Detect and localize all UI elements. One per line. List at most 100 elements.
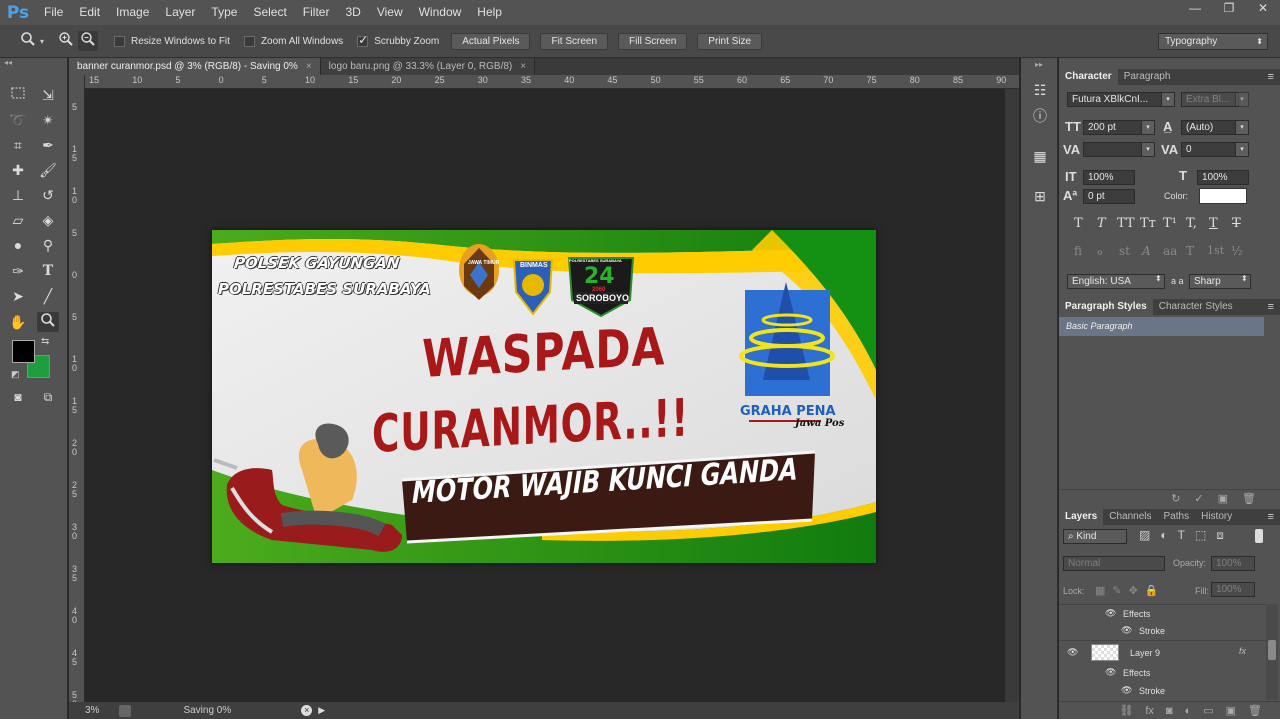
collapse-strip-icon[interactable]: ▸▸ xyxy=(1035,60,1043,69)
menu-image[interactable]: Image xyxy=(108,0,157,25)
ordinals-button[interactable]: T xyxy=(1186,244,1194,258)
hand-tool-icon[interactable]: ✋ xyxy=(7,312,29,332)
pen-tool-icon[interactable]: ✑ xyxy=(7,261,29,281)
brush-tool-icon[interactable]: 🖌 xyxy=(37,160,59,180)
opacity-input[interactable]: 100% xyxy=(1211,556,1255,571)
styles-panel-icon[interactable]: ⊞ xyxy=(1030,186,1050,206)
layers-scroll-thumb[interactable] xyxy=(1268,640,1276,660)
layer-filter-kind-select[interactable]: ⌕ Kind xyxy=(1063,529,1127,544)
kerning-input[interactable] xyxy=(1083,142,1143,157)
history-brush-tool-icon[interactable]: ↺ xyxy=(37,185,59,205)
layer-effect-stroke-row[interactable]: 👁 Stroke xyxy=(1059,622,1266,640)
baseline-shift-input[interactable]: 0 pt xyxy=(1083,189,1135,204)
new-layer-icon[interactable]: ▣ xyxy=(1226,704,1236,717)
superscript-button[interactable]: T¹ xyxy=(1163,216,1177,231)
tab-history[interactable]: History xyxy=(1195,509,1238,525)
scrubby-zoom-checkbox[interactable]: Scrubby Zoom xyxy=(357,33,439,47)
link-layers-icon[interactable]: ⛓ xyxy=(1119,704,1133,717)
collapse-toolbar-icon[interactable]: ◂◂ xyxy=(4,58,12,67)
visibility-eye-icon[interactable]: 👁 xyxy=(1105,608,1116,619)
underline-button[interactable]: T xyxy=(1209,216,1218,231)
layer-visibility-eye-icon[interactable]: 👁 xyxy=(1067,647,1078,658)
vertical-scale-input[interactable]: 100% xyxy=(1083,170,1135,185)
type-tool-icon[interactable]: T xyxy=(37,261,59,281)
tab-paths[interactable]: Paths xyxy=(1158,509,1196,525)
close-tab-icon[interactable]: × xyxy=(306,61,312,72)
horizontal-scale-input[interactable]: 100% xyxy=(1197,170,1249,185)
fill-screen-button[interactable]: Fill Screen xyxy=(618,32,688,50)
tab-logo-baru[interactable]: logo baru.png @ 33.3% (Layer 0, RGB/8) × xyxy=(320,58,536,75)
lock-position-icon[interactable]: ✥ xyxy=(1129,584,1138,597)
cancel-save-icon[interactable]: × xyxy=(301,705,313,716)
menu-view[interactable]: View xyxy=(369,0,411,25)
leading-arrow-icon[interactable]: ▾ xyxy=(1235,120,1249,135)
eraser-tool-icon[interactable]: ▱ xyxy=(7,210,29,230)
visibility-eye-icon[interactable]: 👁 xyxy=(1105,667,1116,678)
ordinal-suffix-button[interactable]: 1st xyxy=(1207,244,1224,257)
dodge-tool-icon[interactable]: ⚲ xyxy=(37,235,59,255)
new-adjustment-icon[interactable]: ◐ xyxy=(1185,705,1192,717)
clear-override-icon[interactable]: ↻ xyxy=(1171,492,1180,505)
healing-brush-tool-icon[interactable]: ✚ xyxy=(7,160,29,180)
restore-button[interactable]: ❐ xyxy=(1212,0,1246,18)
tab-channels[interactable]: Channels xyxy=(1103,509,1157,525)
info-panel-icon[interactable]: ⓘ xyxy=(1030,106,1050,126)
all-caps-button[interactable]: TT xyxy=(1117,216,1135,231)
styles-panel-menu-icon[interactable]: ≡ xyxy=(1268,299,1274,315)
style-item-basic-paragraph[interactable]: Basic Paragraph xyxy=(1059,317,1264,336)
fill-input[interactable]: 100% xyxy=(1211,582,1255,597)
filter-shape-icon[interactable]: ⬚ xyxy=(1195,528,1206,543)
eyedropper-tool-icon[interactable]: ✒ xyxy=(37,135,59,155)
layer-style-icon[interactable]: fx xyxy=(1145,705,1154,717)
status-menu-icon[interactable] xyxy=(119,704,132,717)
status-arrow-icon[interactable]: ▶ xyxy=(318,705,325,716)
move-tool-icon[interactable]: ⇲ xyxy=(37,85,59,105)
path-selection-tool-icon[interactable]: ➤ xyxy=(7,286,29,306)
lock-all-icon[interactable]: 🔒 xyxy=(1145,584,1159,597)
paint-bucket-tool-icon[interactable]: ◈ xyxy=(37,210,59,230)
filter-pixel-icon[interactable]: ▨ xyxy=(1139,528,1150,543)
tab-character-styles[interactable]: Character Styles xyxy=(1153,299,1239,315)
preset-dropdown-arrow-icon[interactable]: ▾ xyxy=(40,37,44,46)
filter-smart-object-icon[interactable]: ⧈ xyxy=(1216,528,1224,543)
menu-layer[interactable]: Layer xyxy=(157,0,203,25)
redefine-style-icon[interactable]: ✓ xyxy=(1194,492,1203,505)
line-tool-icon[interactable]: ╱ xyxy=(37,286,59,306)
visibility-eye-icon[interactable]: 👁 xyxy=(1121,625,1132,636)
delete-style-icon[interactable]: 🗑 xyxy=(1242,492,1256,505)
blend-mode-select[interactable]: Normal xyxy=(1063,556,1165,571)
adjustments-panel-icon[interactable]: ☷ xyxy=(1030,80,1050,100)
layer-9-stroke-row[interactable]: 👁 Stroke xyxy=(1059,682,1266,700)
lasso-tool-icon[interactable]: ➰ xyxy=(7,110,29,130)
actual-pixels-button[interactable]: Actual Pixels xyxy=(451,32,531,50)
lock-image-icon[interactable]: ✎ xyxy=(1112,584,1121,597)
crop-tool-icon[interactable]: ⌗ xyxy=(7,135,29,155)
fit-screen-button[interactable]: Fit Screen xyxy=(540,32,609,50)
layers-scrollbar[interactable] xyxy=(1266,604,1278,700)
menu-window[interactable]: Window xyxy=(411,0,470,25)
layer-fx-icon[interactable]: fx xyxy=(1239,646,1246,656)
font-family-select[interactable]: Futura XBlkCnI... xyxy=(1067,92,1165,107)
quick-mask-icon[interactable]: ◙ xyxy=(7,387,29,407)
delete-layer-icon[interactable]: 🗑 xyxy=(1248,704,1262,717)
menu-select[interactable]: Select xyxy=(245,0,294,25)
faux-italic-button[interactable]: T xyxy=(1097,216,1106,231)
stylistic-alternates-button[interactable]: st xyxy=(1119,244,1130,258)
menu-filter[interactable]: Filter xyxy=(295,0,338,25)
leading-input[interactable]: (Auto) xyxy=(1181,120,1241,135)
filter-toggle-switch[interactable] xyxy=(1255,529,1263,543)
zoom-out-icon[interactable] xyxy=(78,31,99,51)
font-size-arrow-icon[interactable]: ▾ xyxy=(1141,120,1155,135)
zoom-tool-icon[interactable] xyxy=(37,312,59,332)
clone-stamp-tool-icon[interactable]: ⊥ xyxy=(7,185,29,205)
resize-windows-checkbox[interactable]: Resize Windows to Fit xyxy=(114,35,230,47)
ligatures-button[interactable]: fi xyxy=(1074,244,1082,258)
visibility-eye-icon[interactable]: 👁 xyxy=(1121,685,1132,696)
font-family-arrow-icon[interactable]: ▾ xyxy=(1161,92,1175,107)
zoom-in-icon[interactable] xyxy=(56,31,76,51)
font-style-select[interactable]: Extra Bl... xyxy=(1181,92,1239,107)
tracking-arrow-icon[interactable]: ▾ xyxy=(1235,142,1249,157)
layer-9-row[interactable]: 👁 Layer 9 fx xyxy=(1059,640,1266,664)
new-group-icon[interactable]: ▭ xyxy=(1203,704,1213,717)
zoom-level[interactable]: 3% xyxy=(85,705,99,716)
